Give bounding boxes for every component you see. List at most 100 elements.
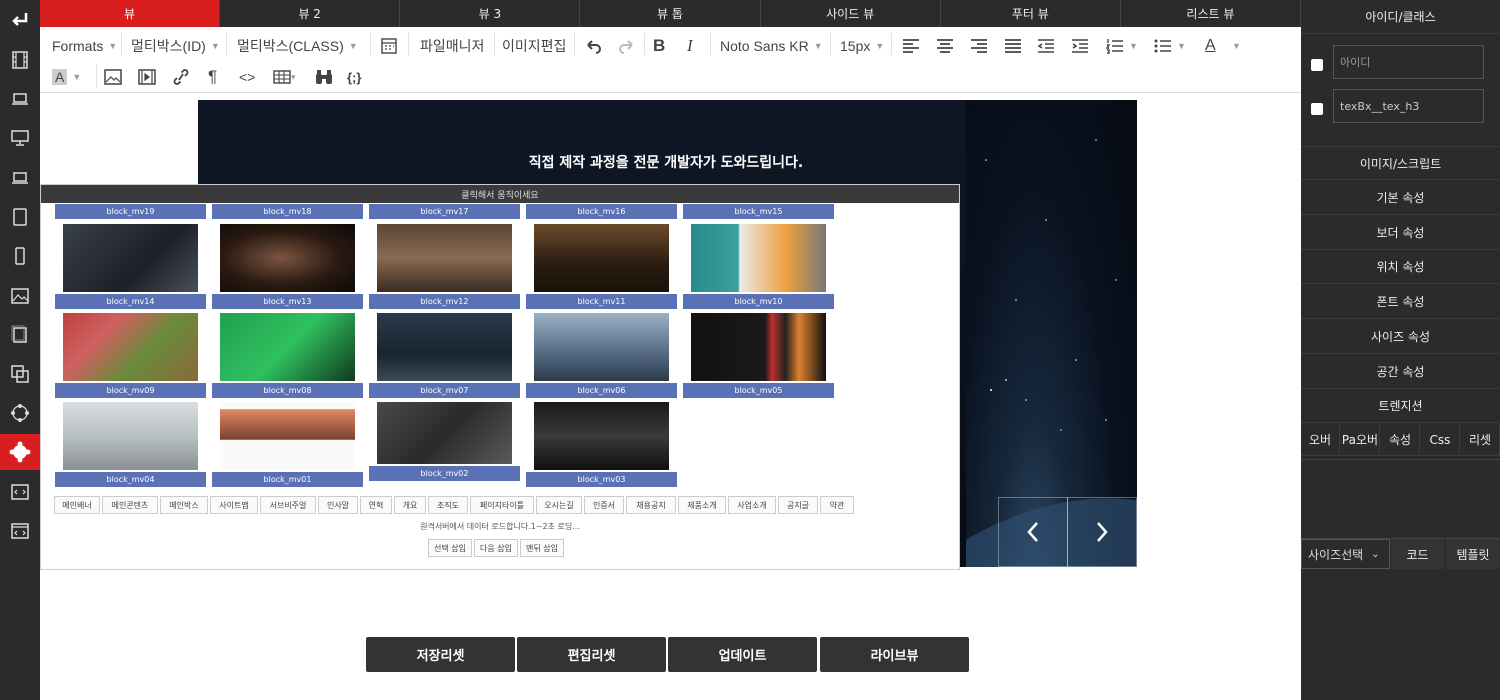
update-button[interactable]: 업데이트 — [668, 637, 817, 672]
font-family-dropdown[interactable]: Noto Sans KR ▼ — [720, 30, 823, 62]
category-button[interactable]: 메인박스 — [160, 496, 208, 514]
undo-icon[interactable] — [584, 30, 602, 62]
class-checkbox[interactable] — [1311, 103, 1323, 115]
subtab-css[interactable]: Css — [1421, 424, 1460, 456]
drag-handle[interactable]: 클릭해서 움직이세요 — [41, 185, 959, 203]
font-size-dropdown[interactable]: 15px ▼ — [840, 30, 884, 62]
section-font[interactable]: 폰트 속성 — [1301, 285, 1500, 319]
bullet-list-icon[interactable]: ▼ — [1154, 30, 1186, 62]
section-position[interactable]: 위치 속성 — [1301, 250, 1500, 284]
css-textarea[interactable] — [1301, 459, 1500, 539]
bold-button[interactable]: B — [653, 30, 665, 62]
id-input[interactable]: 아이디 — [1333, 45, 1484, 79]
banner-heading[interactable]: 직접 제작 과정을 전문 개발자가 도와드립니다. — [526, 152, 806, 172]
outdent-icon[interactable] — [1037, 30, 1055, 62]
category-button[interactable]: 인증서 — [584, 496, 624, 514]
insert-next-button[interactable]: 다음 삽입 — [474, 539, 518, 557]
subtab-pa-over[interactable]: Pa오버 — [1341, 424, 1380, 456]
formats-dropdown[interactable]: Formats ▼ — [52, 30, 117, 62]
category-button[interactable]: 오시는길 — [536, 496, 582, 514]
text-color-button[interactable]: A — [1205, 30, 1216, 62]
paragraph-button[interactable]: ¶ — [208, 61, 217, 93]
code-window-icon[interactable] — [0, 513, 40, 549]
id-checkbox[interactable] — [1311, 59, 1323, 71]
category-button[interactable]: 서브비주얼 — [260, 496, 316, 514]
tab-view[interactable]: 뷰 — [40, 0, 221, 27]
section-image-script[interactable]: 이미지/스크립트 — [1301, 146, 1500, 180]
tab-list-view[interactable]: 리스트 뷰 — [1121, 0, 1301, 27]
tab-footer-view[interactable]: 푸터 뷰 — [941, 0, 1121, 27]
category-button[interactable]: 채용공지 — [626, 496, 676, 514]
film-icon[interactable] — [0, 42, 40, 78]
live-view-button[interactable]: 라이브뷰 — [820, 637, 969, 672]
category-button[interactable]: 인사말 — [318, 496, 358, 514]
align-center-icon[interactable] — [936, 30, 954, 62]
align-left-icon[interactable] — [902, 30, 920, 62]
insert-selected-button[interactable]: 선택 삽입 — [428, 539, 472, 557]
block-label[interactable]: block_mv16 — [526, 204, 677, 219]
table-icon[interactable]: ▾ — [273, 61, 296, 93]
category-button[interactable]: 약관 — [820, 496, 854, 514]
block-label[interactable]: block_mv19 — [55, 204, 206, 219]
multibox-id-dropdown[interactable]: 멀티박스(ID) ▼ — [131, 30, 220, 62]
numbered-list-icon[interactable]: ▼ — [1106, 30, 1138, 62]
tab-side-view[interactable]: 사이드 뷰 — [761, 0, 941, 27]
section-border[interactable]: 보더 속성 — [1301, 216, 1500, 250]
enter-icon[interactable] — [0, 2, 40, 38]
italic-button[interactable]: I — [687, 30, 693, 62]
category-button[interactable]: 연혁 — [360, 496, 392, 514]
category-button[interactable]: 공지글 — [778, 496, 818, 514]
block-icon[interactable] — [0, 434, 40, 470]
slider-next-button[interactable] — [1067, 497, 1137, 567]
insert-image-icon[interactable] — [104, 61, 122, 93]
section-basic[interactable]: 기본 속성 — [1301, 181, 1500, 215]
block-label[interactable]: block_mv17 — [369, 204, 520, 219]
section-transition[interactable]: 트렌지션 — [1301, 389, 1500, 423]
subtab-over[interactable]: 오버 — [1301, 424, 1340, 456]
bg-color-button[interactable]: A ▼ — [52, 61, 81, 93]
file-manager-button[interactable]: 파일매니저 — [420, 30, 484, 62]
align-right-icon[interactable] — [970, 30, 988, 62]
tab-view-top[interactable]: 뷰 톱 — [580, 0, 761, 27]
edit-reset-button[interactable]: 편집리셋 — [517, 637, 666, 672]
document-icon[interactable] — [0, 317, 40, 353]
size-select[interactable]: 사이즈선택 ⌄ — [1301, 539, 1390, 569]
image-icon[interactable] — [0, 278, 40, 314]
align-justify-icon[interactable] — [1004, 30, 1022, 62]
category-button[interactable]: 페이지타이틀 — [470, 496, 534, 514]
category-button[interactable]: 메인배너 — [54, 496, 100, 514]
category-button[interactable]: 조직도 — [428, 496, 468, 514]
template-button[interactable]: 템플릿 — [1446, 539, 1500, 569]
mobile-icon[interactable] — [0, 238, 40, 274]
category-button[interactable]: 메인콘텐츠 — [102, 496, 158, 514]
tab-view-3[interactable]: 뷰 3 — [400, 0, 581, 27]
class-input[interactable]: texBx__tex_h3 — [1333, 89, 1484, 123]
desktop-icon[interactable] — [0, 120, 40, 156]
binoculars-icon[interactable] — [315, 61, 333, 93]
layers-icon[interactable] — [0, 356, 40, 392]
code-button[interactable]: 코드 — [1391, 539, 1444, 569]
tablet-icon[interactable] — [0, 199, 40, 235]
category-button[interactable]: 사업소개 — [728, 496, 776, 514]
subtab-property[interactable]: 속성 — [1381, 424, 1420, 456]
script-button[interactable]: {;} — [347, 61, 361, 93]
link-icon[interactable] — [172, 61, 190, 93]
laptop-icon[interactable] — [0, 81, 40, 117]
source-code-button[interactable]: <> — [239, 61, 255, 93]
multibox-class-dropdown[interactable]: 멀티박스(CLASS) ▼ — [237, 30, 358, 62]
text-color-caret[interactable]: ▼ — [1227, 30, 1241, 62]
block-label[interactable]: block_mv15 — [683, 204, 834, 219]
subtab-reset[interactable]: 리셋 — [1461, 424, 1500, 456]
section-spacing[interactable]: 공간 속성 — [1301, 355, 1500, 389]
insert-end-button[interactable]: 맨뒤 삽입 — [520, 539, 564, 557]
indent-icon[interactable] — [1071, 30, 1089, 62]
grid-icon[interactable] — [381, 30, 397, 62]
slider-prev-button[interactable] — [998, 497, 1068, 567]
section-size[interactable]: 사이즈 속성 — [1301, 320, 1500, 354]
category-button[interactable]: 개요 — [394, 496, 426, 514]
category-button[interactable]: 사이트맵 — [210, 496, 258, 514]
redo-icon[interactable] — [618, 30, 636, 62]
notebook-icon[interactable] — [0, 160, 40, 196]
transform-icon[interactable] — [0, 395, 40, 431]
save-reset-button[interactable]: 저장리셋 — [366, 637, 515, 672]
